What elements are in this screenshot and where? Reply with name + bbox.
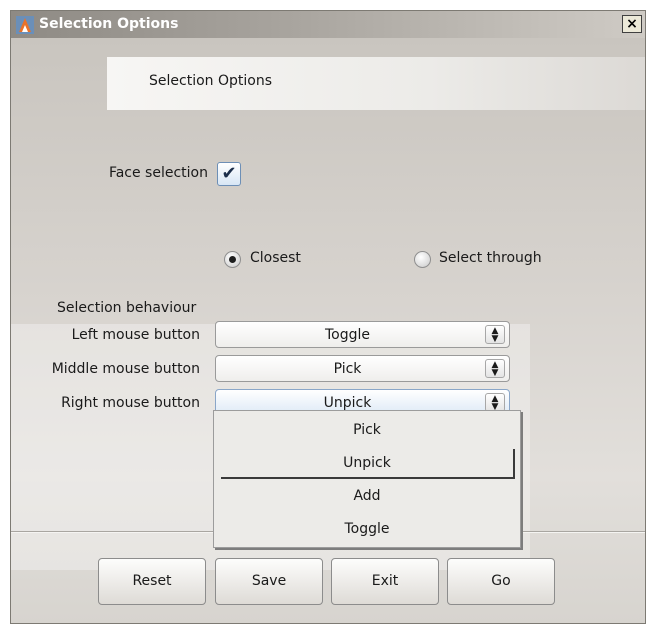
middle-mouse-label: Middle mouse button <box>51 361 200 377</box>
chevron-updown-icon[interactable]: ▲ ▼ <box>485 325 505 344</box>
select-through-radio[interactable] <box>414 251 431 268</box>
title-bar[interactable]: Selection Options × <box>11 11 645 38</box>
window-title: Selection Options <box>39 16 179 32</box>
right-mouse-label: Right mouse button <box>61 395 200 411</box>
dropdown-option-unpick[interactable]: Unpick <box>221 449 515 479</box>
radio-selected-dot <box>229 256 236 263</box>
left-mouse-select[interactable]: Toggle ▲ ▼ <box>215 321 510 348</box>
face-selection-checkbox[interactable]: ✔ <box>217 162 241 186</box>
go-button[interactable]: Go <box>447 558 555 605</box>
header-banner: Selection Options <box>107 57 645 110</box>
left-mouse-label: Left mouse button <box>71 327 200 343</box>
selection-options-window: Selection Options × Selection Options Fa… <box>10 10 646 624</box>
select-through-label[interactable]: Select through <box>439 250 542 266</box>
header-title: Selection Options <box>149 73 272 89</box>
chevron-updown-icon[interactable]: ▲ ▼ <box>485 359 505 378</box>
selection-behaviour-title: Selection behaviour <box>57 300 197 316</box>
check-icon: ✔ <box>221 163 237 184</box>
save-button[interactable]: Save <box>215 558 323 605</box>
right-mouse-dropdown-list: Pick Unpick Add Toggle <box>213 410 521 548</box>
closest-label[interactable]: Closest <box>250 250 301 266</box>
dropdown-option-add[interactable]: Add <box>214 481 520 511</box>
middle-mouse-select[interactable]: Pick ▲ ▼ <box>215 355 510 382</box>
app-icon <box>16 16 34 34</box>
reset-button[interactable]: Reset <box>98 558 206 605</box>
closest-radio[interactable] <box>224 251 241 268</box>
left-mouse-value: Toggle <box>324 327 370 343</box>
close-button[interactable]: × <box>622 15 642 33</box>
middle-mouse-value: Pick <box>333 361 362 377</box>
close-icon: × <box>626 16 638 32</box>
right-mouse-value: Unpick <box>323 395 372 411</box>
exit-button[interactable]: Exit <box>331 558 439 605</box>
dialog-content: Selection Options Face selection ✔ Close… <box>11 38 645 623</box>
dropdown-option-toggle[interactable]: Toggle <box>214 514 520 544</box>
face-selection-label: Face selection <box>108 165 208 181</box>
dropdown-option-pick[interactable]: Pick <box>214 415 520 445</box>
